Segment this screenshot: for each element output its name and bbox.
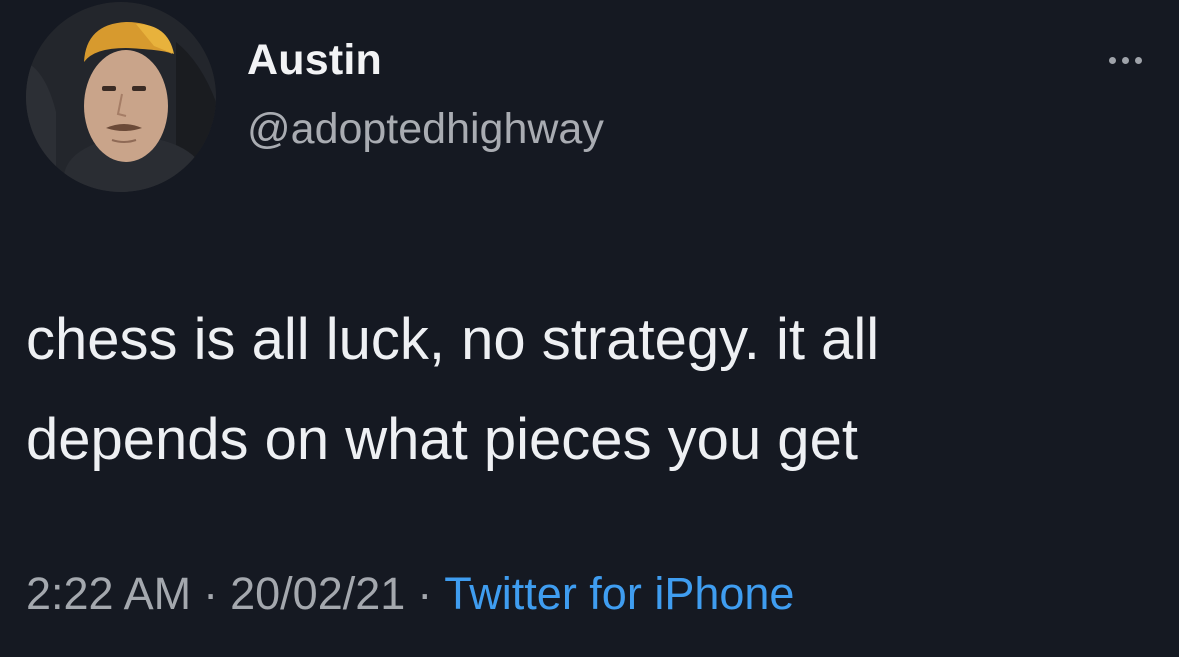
tweet-source-link[interactable]: Twitter for iPhone <box>444 568 794 619</box>
tweet-time[interactable]: 2:22 AM <box>26 568 191 619</box>
meta-separator: · <box>203 568 219 619</box>
tweet-date[interactable]: 20/02/21 <box>230 568 405 619</box>
tweet-text-line: chess is all luck, no strategy. it all <box>26 307 880 372</box>
tweet-text: chess is all luck, no strategy. it all d… <box>26 290 1146 490</box>
avatar[interactable] <box>26 2 216 192</box>
tweet-meta: 2:22 AM · 20/02/21 · Twitter for iPhone <box>26 568 794 620</box>
more-options-icon <box>1108 56 1116 64</box>
author-handle[interactable]: @adoptedhighway <box>247 105 604 154</box>
more-options-button[interactable] <box>1098 48 1152 72</box>
meta-separator: · <box>417 568 433 619</box>
tweet-text-line: depends on what pieces you get <box>26 407 858 472</box>
avatar-photo <box>26 2 216 192</box>
more-options-icon-dot <box>1134 56 1142 64</box>
author-name[interactable]: Austin <box>247 36 382 85</box>
tweet-card: Austin @adoptedhighway chess is all luck… <box>0 0 1179 657</box>
more-options-icon-dot <box>1121 56 1129 64</box>
